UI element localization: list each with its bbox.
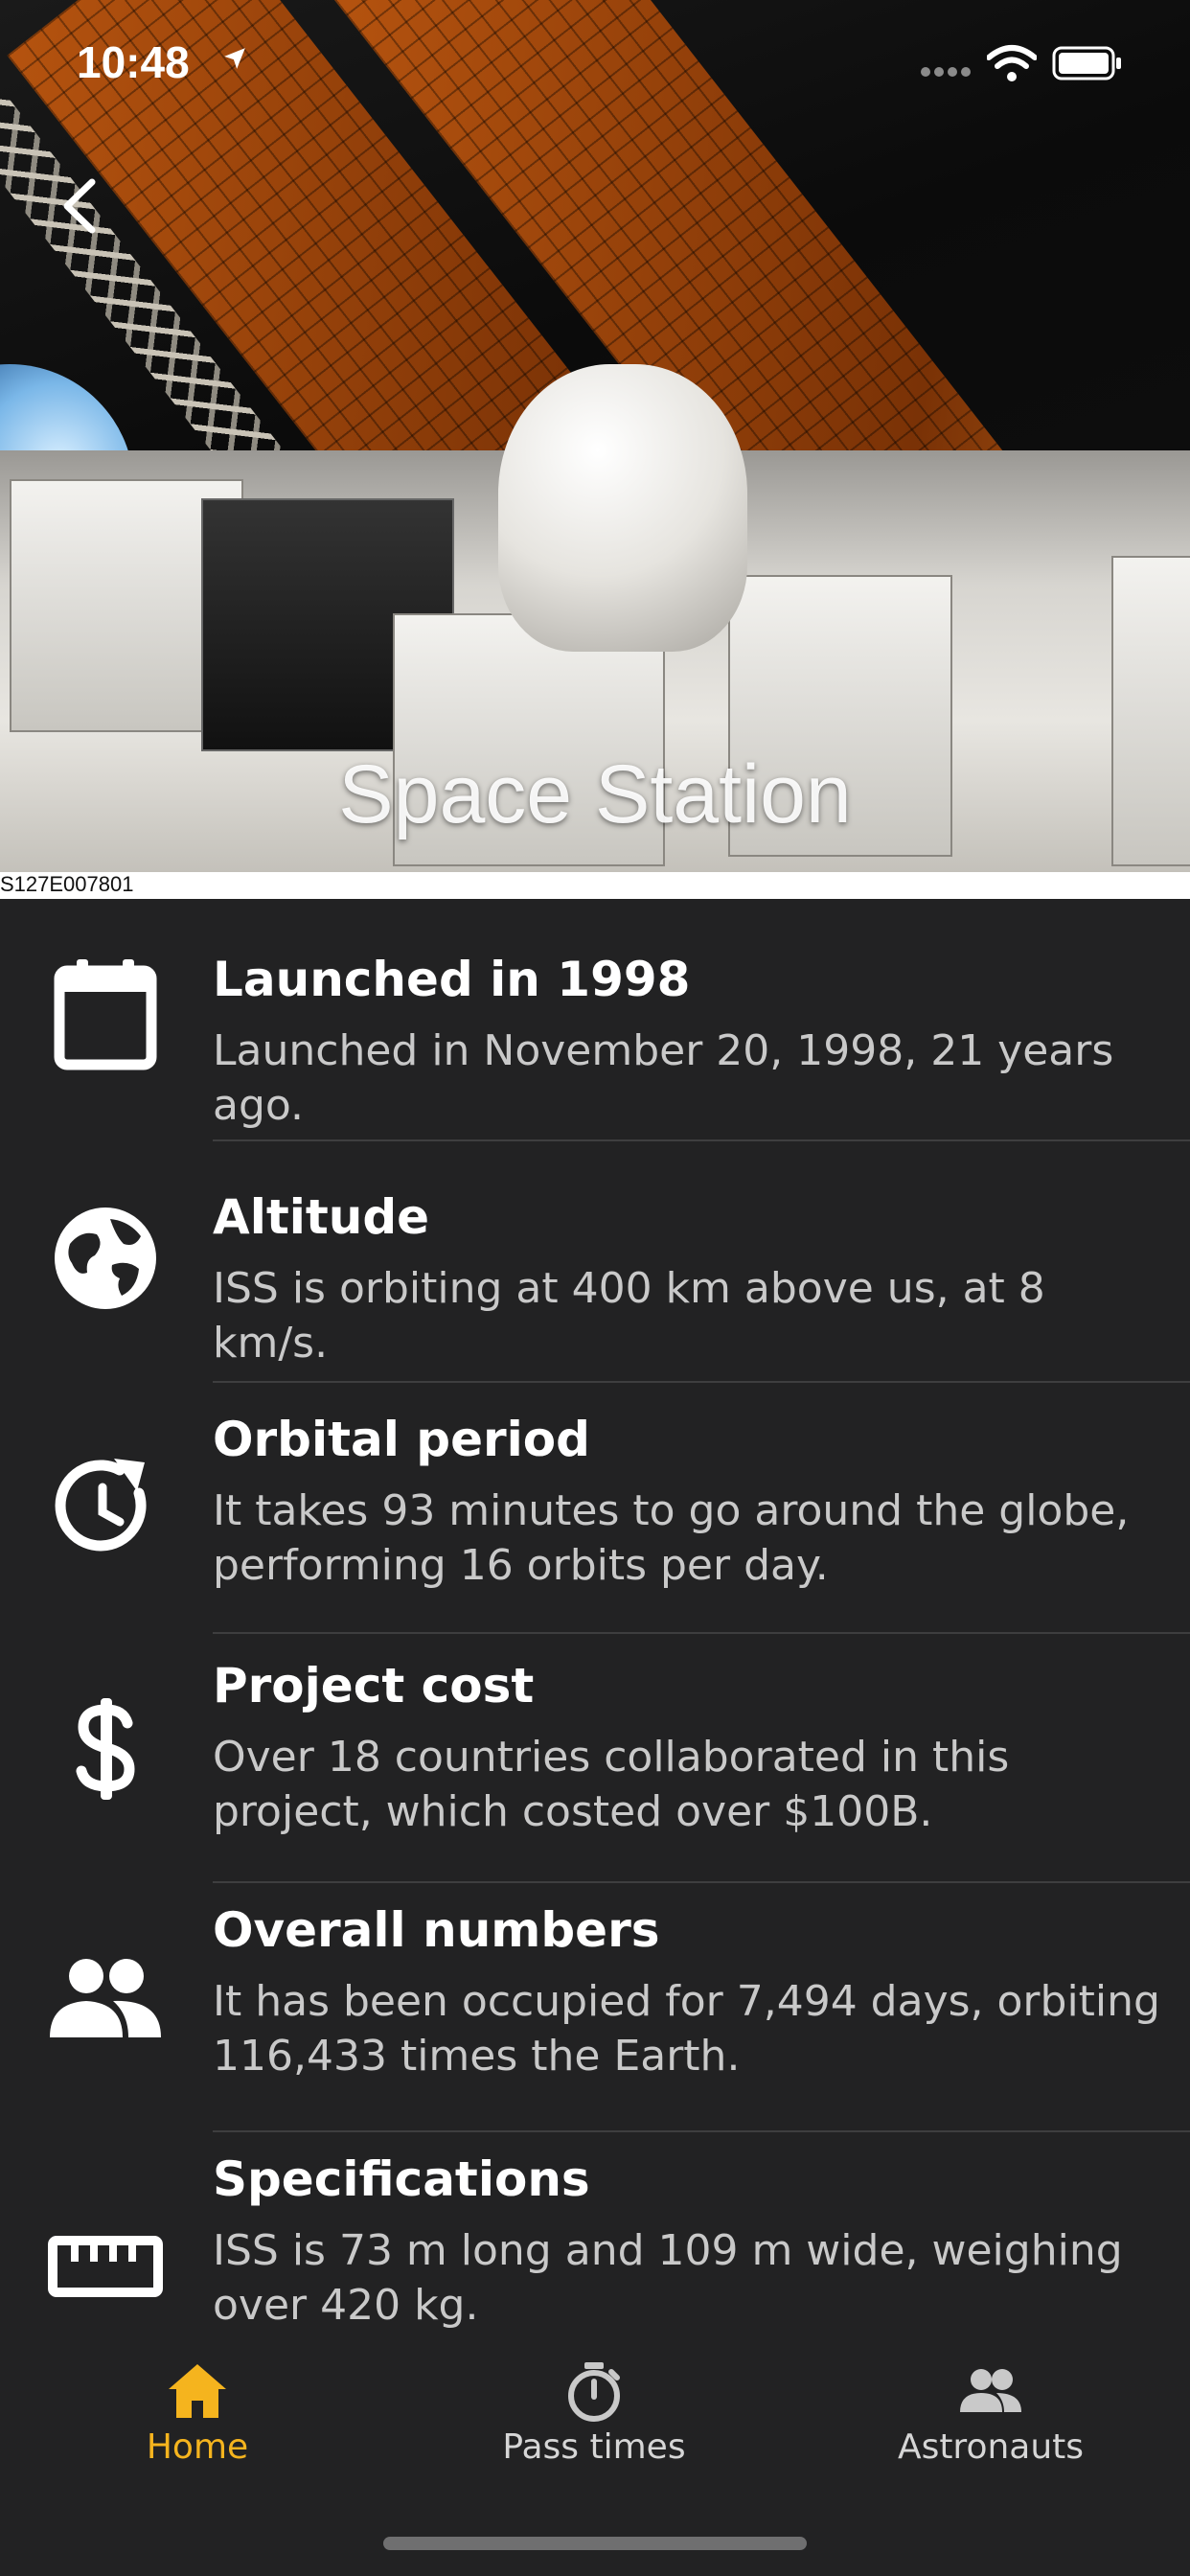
home-icon <box>169 2364 226 2418</box>
astronaut-image <box>498 364 747 652</box>
globe-icon <box>48 1201 163 1316</box>
people-icon <box>48 1941 163 2056</box>
fact-description: It has been occupied for 7,494 days, orb… <box>213 1977 1160 2081</box>
tab-astronauts[interactable]: Astronauts <box>847 2360 1134 2467</box>
fact-title: Launched in 1998 <box>213 952 691 1007</box>
fact-title: Overall numbers <box>213 1902 660 1958</box>
status-time: 10:48 <box>77 37 190 87</box>
fact-title: Specifications <box>213 2151 590 2207</box>
dollar-icon <box>48 1691 163 1806</box>
fact-item-launch: Launched in 1998 Launched in November 20… <box>0 899 1190 1140</box>
calendar-icon <box>48 956 163 1071</box>
fact-title: Altitude <box>213 1189 430 1245</box>
fact-item-overall-numbers: Overall numbers It has been occupied for… <box>0 1883 1190 2132</box>
caption-strip <box>0 872 1190 899</box>
tab-label: Astronauts <box>897 2427 1085 2467</box>
back-button[interactable] <box>54 172 111 240</box>
fact-item-orbital-period: Orbital period It takes 93 minutes to go… <box>0 1383 1190 1632</box>
tab-label: Home <box>146 2427 249 2467</box>
ruler-icon <box>48 2209 163 2324</box>
photo-caption: S127E007801 <box>0 872 134 896</box>
fact-item-altitude: Altitude ISS is orbiting at 400 km above… <box>0 1141 1190 1381</box>
chevron-left-icon <box>63 178 96 234</box>
fact-description: Over 18 countries collaborated in this p… <box>213 1733 1010 1836</box>
battery-icon <box>1052 46 1121 80</box>
clock-refresh-icon <box>48 1450 163 1565</box>
tab-pass-times[interactable]: Pass times <box>450 2360 738 2467</box>
group-icon <box>960 2369 1021 2412</box>
fact-item-project-cost: Project cost Over 18 countries collabora… <box>0 1634 1190 1883</box>
wifi-icon <box>987 45 1037 81</box>
facts-list[interactable]: Launched in 1998 Launched in November 20… <box>0 899 1190 2332</box>
fact-description: ISS is 73 m long and 109 m wide, weighin… <box>213 2226 1123 2330</box>
location-arrow-icon <box>224 48 245 69</box>
fact-description: It takes 93 minutes to go around the glo… <box>213 1486 1130 1590</box>
fact-item-specifications: Specifications ISS is 73 m long and 109 … <box>0 2132 1190 2332</box>
cellular-signal-icon <box>921 67 971 77</box>
fact-description: Launched in November 20, 1998, 21 years … <box>213 1026 1114 1130</box>
status-bar: 10:48 <box>0 0 1190 125</box>
home-indicator <box>383 2537 807 2550</box>
stopwatch-icon <box>568 2362 620 2422</box>
fact-title: Orbital period <box>213 1412 590 1467</box>
hero-title: Space Station <box>338 748 852 840</box>
tab-home[interactable]: Home <box>54 2360 341 2467</box>
tab-label: Pass times <box>502 2427 686 2467</box>
fact-description: ISS is orbiting at 400 km above us, at 8… <box>213 1264 1045 1368</box>
fact-title: Project cost <box>213 1658 535 1714</box>
hero-image: Space Station S127E007801 <box>0 0 1190 899</box>
